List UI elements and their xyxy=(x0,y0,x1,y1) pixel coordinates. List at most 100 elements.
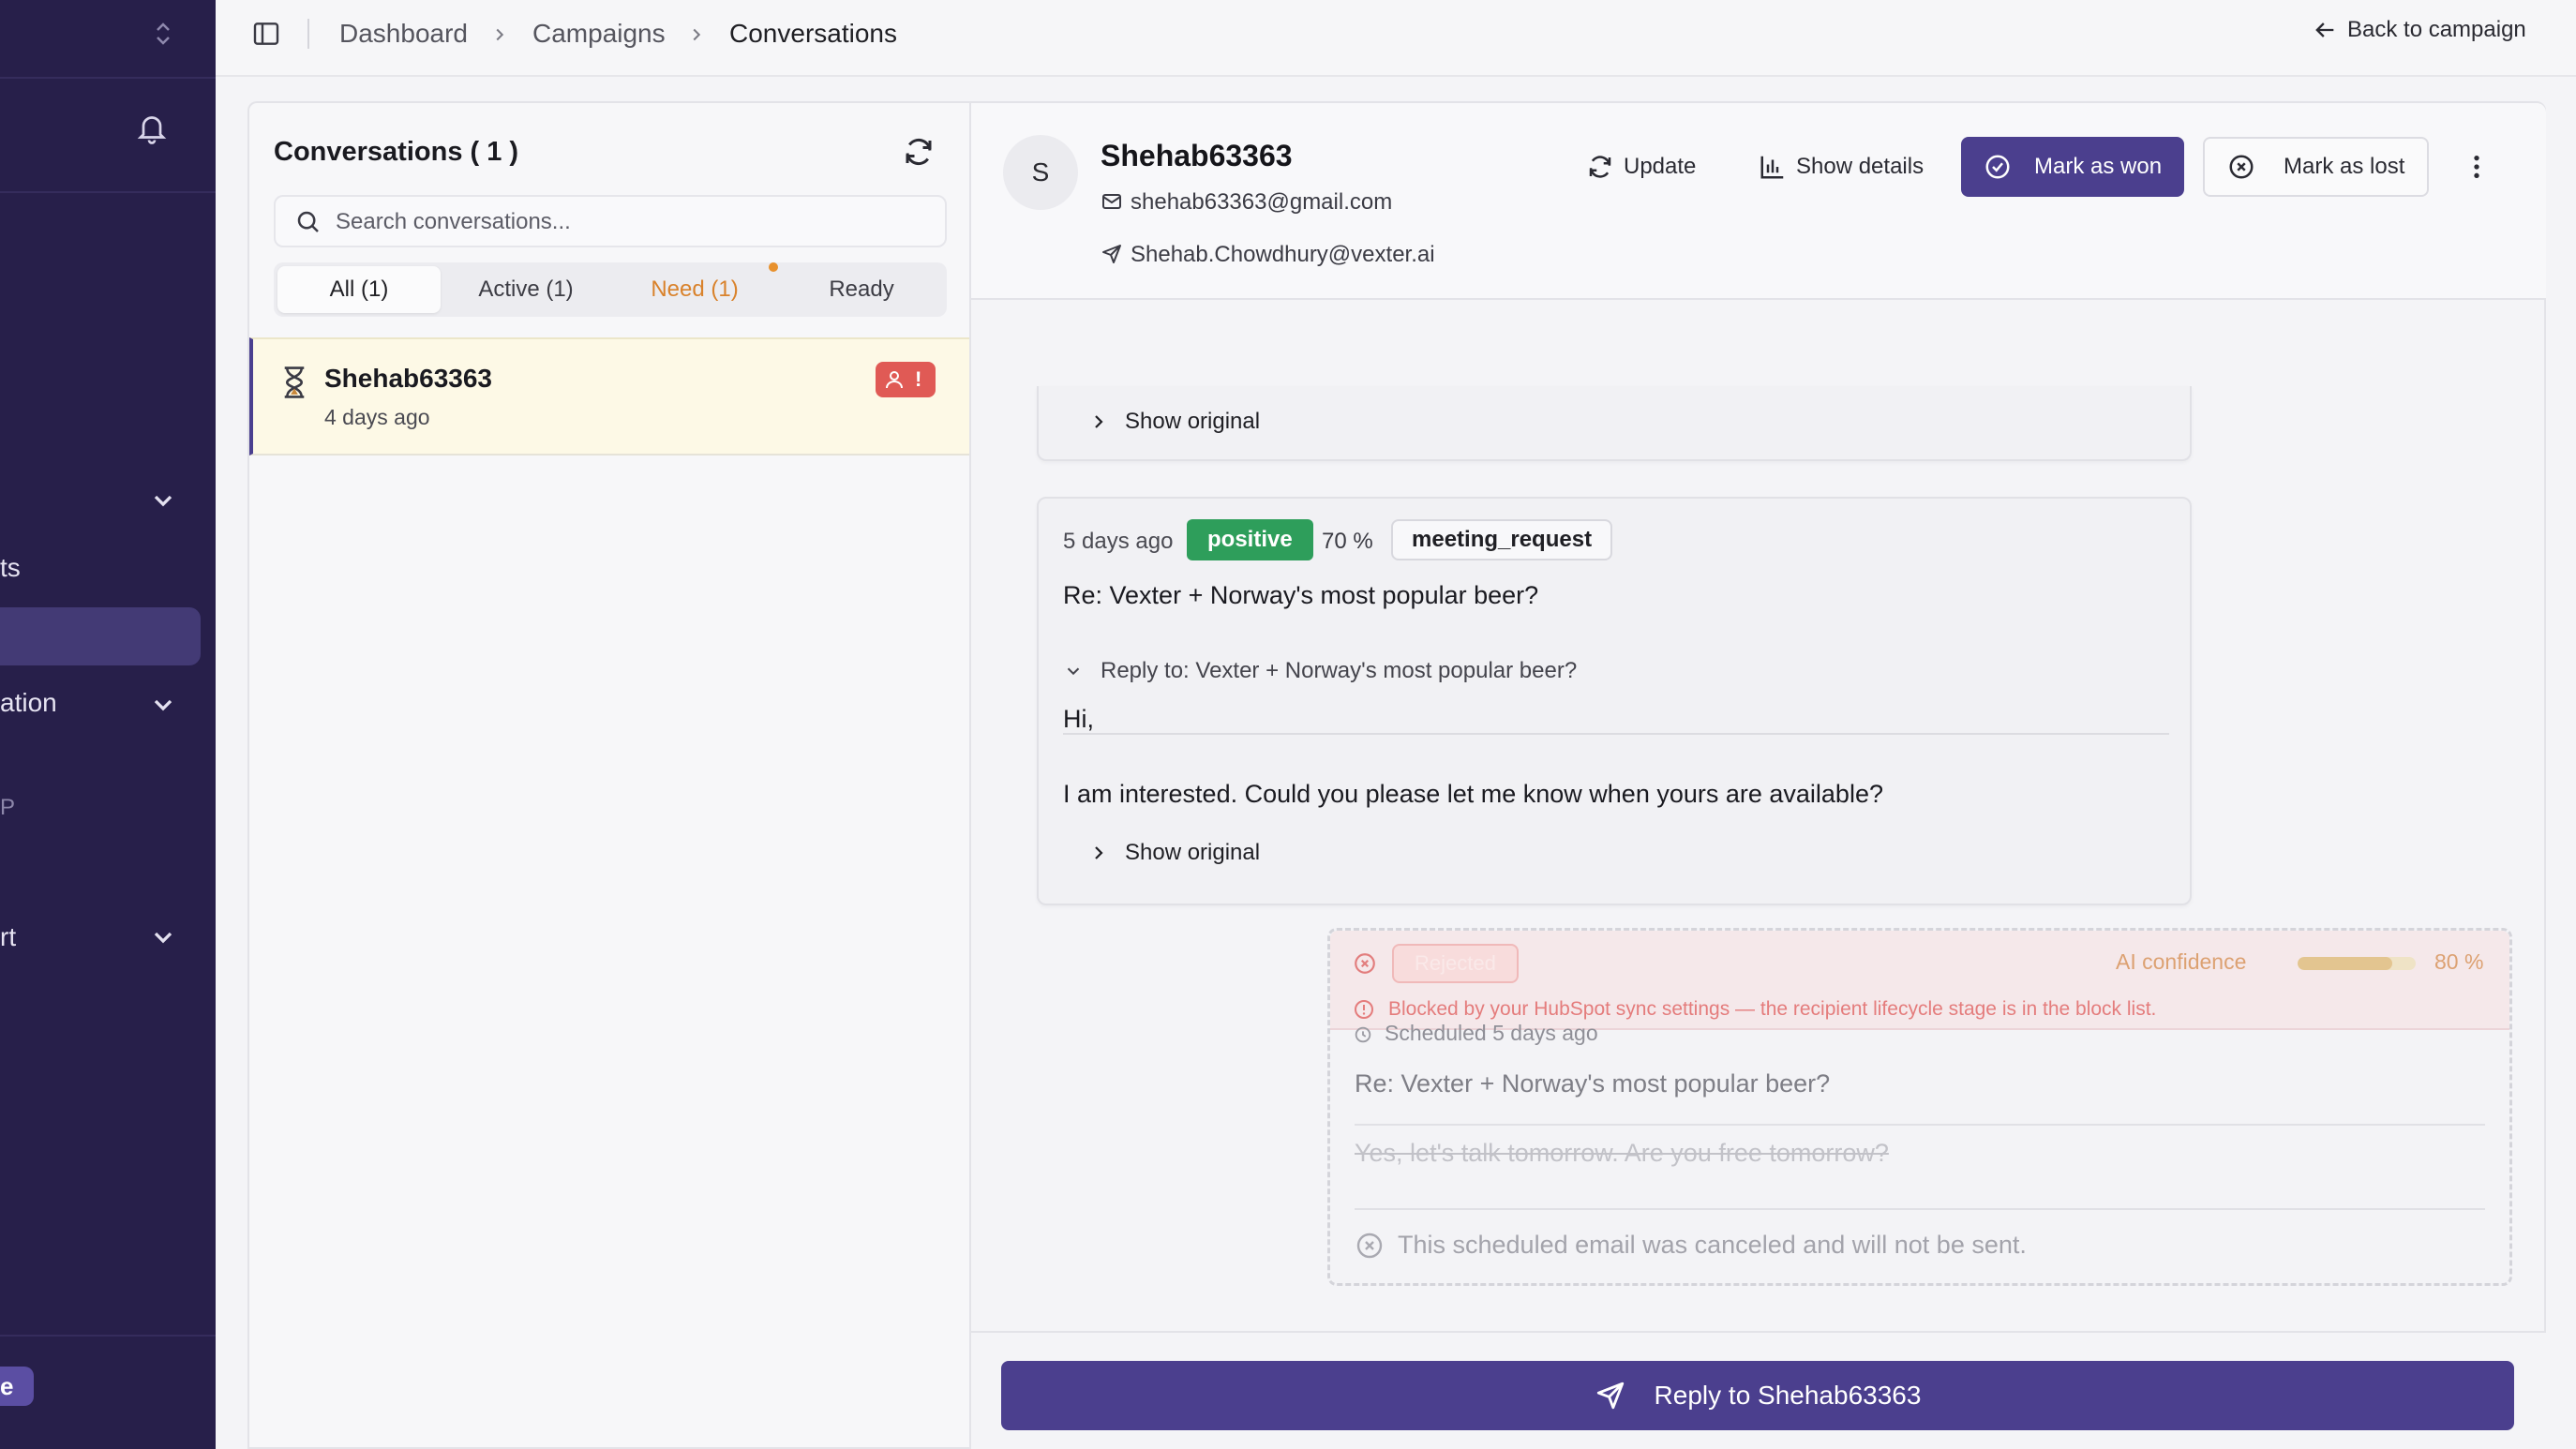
tab-ready[interactable]: Ready xyxy=(780,266,943,313)
show-original-label: Show original xyxy=(1125,840,1261,865)
sidebar-item-label[interactable]: ation xyxy=(0,688,57,718)
message-subject: Re: Vexter + Norway's most popular beer? xyxy=(1063,581,1539,609)
scheduled-time: Scheduled 5 days ago xyxy=(1385,1021,1598,1045)
sidebar-divider xyxy=(0,77,216,79)
message-card: 5 days ago positive 70 % meeting_request… xyxy=(1037,497,2192,905)
refresh-icon[interactable] xyxy=(902,135,936,169)
contact-email-row: shehab63363@gmail.com xyxy=(1101,189,1392,216)
mark-as-lost-label: Mark as lost xyxy=(2284,154,2405,179)
alert-circle-icon xyxy=(1355,1000,1373,1019)
x-circle-icon xyxy=(1355,953,1375,974)
topbar-divider xyxy=(307,19,309,49)
search-input[interactable] xyxy=(336,206,898,238)
x-circle-icon xyxy=(1356,1232,1383,1259)
x-circle-icon xyxy=(2229,155,2254,179)
scheduled-divider xyxy=(1355,1208,2485,1210)
needs-attention-mark: ! xyxy=(915,367,922,391)
back-to-campaign-link[interactable]: Back to campaign xyxy=(2312,17,2526,43)
chevron-down-icon[interactable] xyxy=(148,485,178,515)
ai-confidence-label: AI confidence xyxy=(2116,949,2247,974)
scheduled-subject: Re: Vexter + Norway's most popular beer? xyxy=(1355,1069,1831,1098)
message-greeting: Hi, xyxy=(1063,705,1094,733)
ai-confidence-bar-fill xyxy=(2298,957,2392,970)
bar-chart-icon xyxy=(1760,156,1784,179)
needs-attention-badge: ! xyxy=(876,362,936,397)
ai-confidence-bar xyxy=(2298,957,2416,970)
sidebar: ts ation P rt e xyxy=(0,0,216,1449)
scheduled-reply-card: Rejected AI confidence 80 % Blocked by y… xyxy=(1327,928,2512,1286)
show-original-toggle[interactable]: Show original xyxy=(1087,840,1260,866)
sentiment-confidence: 70 % xyxy=(1322,529,1373,554)
sidebar-toggle-icon[interactable] xyxy=(251,19,281,49)
contact-name: Shehab63363 xyxy=(1101,139,1293,172)
more-vertical-icon[interactable] xyxy=(2462,150,2492,184)
send-icon xyxy=(1102,245,1121,263)
conversations-panel: Conversations ( 1 ) All (1) Active (1) N… xyxy=(247,101,971,1449)
show-original-label: Show original xyxy=(1125,409,1261,434)
tab-all[interactable]: All (1) xyxy=(277,266,441,313)
back-to-campaign-label: Back to campaign xyxy=(2347,17,2526,42)
search-icon xyxy=(297,211,319,232)
chevron-right-icon xyxy=(1095,846,1103,859)
sentiment-badge: positive xyxy=(1187,519,1313,560)
sender-email: Shehab.Chowdhury@vexter.ai xyxy=(1131,242,1435,267)
canceled-notice: This scheduled email was canceled and wi… xyxy=(1398,1231,2027,1259)
sender-row: Shehab.Chowdhury@vexter.ai xyxy=(1101,242,1435,268)
reply-to-toggle[interactable]: Reply to: Vexter + Norway's most popular… xyxy=(1063,658,1577,684)
chevron-down-icon[interactable] xyxy=(148,922,178,952)
tab-active[interactable]: Active (1) xyxy=(444,266,607,313)
update-label: Update xyxy=(1624,154,1697,179)
chevron-down-icon[interactable] xyxy=(148,690,178,720)
sidebar-divider xyxy=(0,191,216,193)
contact-email: shehab63363@gmail.com xyxy=(1131,189,1393,215)
show-original-toggle[interactable]: Show original xyxy=(1087,409,1260,435)
breadcrumb-dashboard[interactable]: Dashboard xyxy=(339,19,468,49)
mark-as-won-label: Mark as won xyxy=(2034,154,2163,179)
conversation-filter-tabs: All (1) Active (1) Need (1) Ready xyxy=(274,262,947,317)
chevron-right-icon xyxy=(693,28,701,41)
conversation-list-item[interactable]: Shehab63363 4 days ago ! xyxy=(249,337,971,456)
user-alert-icon xyxy=(886,371,903,389)
scheduled-body: Yes, let's talk tomorrow. Are you free t… xyxy=(1355,1139,1889,1167)
sidebar-divider xyxy=(0,1335,216,1337)
chevron-up-down-icon[interactable] xyxy=(150,19,176,49)
status-badge: Rejected xyxy=(1392,944,1519,983)
sidebar-badge[interactable]: e xyxy=(0,1367,34,1406)
breadcrumb-conversations: Conversations xyxy=(729,19,897,48)
clock-icon xyxy=(1355,1026,1371,1043)
hourglass-icon xyxy=(284,366,305,398)
sidebar-item-label[interactable]: rt xyxy=(0,922,16,952)
tab-need[interactable]: Need (1) xyxy=(613,266,776,313)
chevron-down-icon xyxy=(1067,667,1080,676)
blocked-reason: Blocked by your HubSpot sync settings — … xyxy=(1388,998,2157,1020)
conversations-title: Conversations ( 1 ) xyxy=(274,137,519,167)
intent-badge: meeting_request xyxy=(1391,519,1613,560)
contact-header: S Shehab63363 shehab63363@gmail.com Sheh… xyxy=(971,103,2546,300)
mail-icon xyxy=(1102,194,1121,209)
sidebar-item-label[interactable]: ts xyxy=(0,553,21,583)
reply-to-label: Reply to: Vexter + Norway's most popular… xyxy=(1101,658,1578,683)
mark-as-won-button[interactable]: Mark as won xyxy=(1961,137,2185,197)
search-box[interactable] xyxy=(274,195,947,247)
update-button[interactable]: Update xyxy=(1586,137,1696,197)
conversation-detail-panel: S Shehab63363 shehab63363@gmail.com Sheh… xyxy=(969,101,2546,1449)
message-divider xyxy=(1063,733,2169,735)
bell-icon[interactable] xyxy=(135,111,169,144)
avatar: S xyxy=(1003,135,1078,210)
need-attention-dot xyxy=(769,262,778,272)
message-body: I am interested. Could you please let me… xyxy=(1063,780,1883,808)
conversation-time: 4 days ago xyxy=(324,405,430,429)
show-details-label: Show details xyxy=(1796,154,1925,179)
check-circle-icon xyxy=(1985,155,2010,179)
sidebar-item-active[interactable] xyxy=(0,607,201,665)
mark-as-lost-button[interactable]: Mark as lost xyxy=(2203,137,2430,197)
message-card: Show original xyxy=(1037,386,2192,461)
show-details-button[interactable]: Show details xyxy=(1759,137,1924,197)
chevron-right-icon xyxy=(496,28,504,41)
breadcrumb-campaigns[interactable]: Campaigns xyxy=(532,19,666,49)
sidebar-item-label[interactable]: P xyxy=(0,795,15,821)
reply-button[interactable]: Reply to Shehab63363 xyxy=(1001,1361,2514,1430)
chevron-right-icon xyxy=(1095,415,1103,428)
refresh-icon xyxy=(1589,156,1611,178)
composer: Reply to Shehab63363 xyxy=(971,1331,2546,1449)
